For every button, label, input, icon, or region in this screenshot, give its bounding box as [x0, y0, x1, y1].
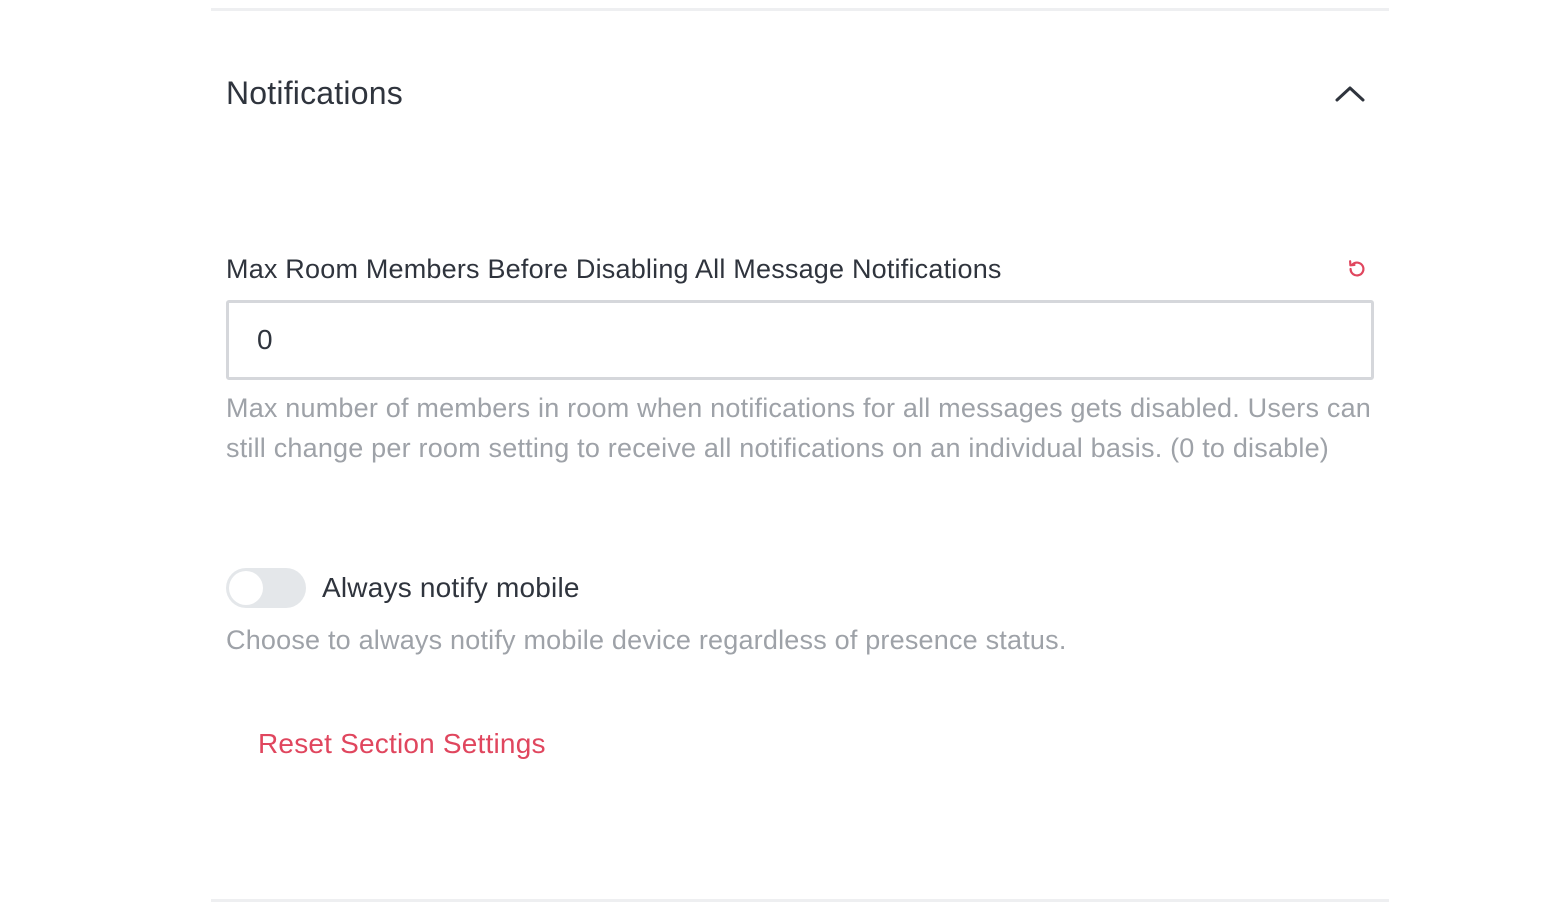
section-divider-top: [211, 8, 1389, 11]
always-notify-mobile-row: Always notify mobile: [226, 566, 580, 610]
notifications-section-header[interactable]: Notifications: [226, 70, 1374, 116]
section-title: Notifications: [226, 74, 403, 111]
max-room-members-input[interactable]: [226, 300, 1374, 380]
settings-page: Notifications Max Room Members Before Di…: [0, 0, 1554, 912]
toggle-knob: [229, 571, 263, 605]
reset-icon[interactable]: [1344, 256, 1370, 282]
max-room-members-hint: Max number of members in room when notif…: [226, 393, 1371, 463]
always-notify-mobile-toggle[interactable]: [226, 568, 306, 608]
max-room-members-label: Max Room Members Before Disabling All Me…: [226, 253, 1002, 284]
always-notify-mobile-label: Always notify mobile: [322, 572, 580, 603]
reset-section-settings-button[interactable]: Reset Section Settings: [258, 728, 546, 760]
section-divider-bottom: [211, 899, 1389, 902]
always-notify-mobile-hint: Choose to always notify mobile device re…: [226, 625, 1067, 655]
chevron-up-icon[interactable]: [1334, 77, 1366, 109]
max-room-members-label-row: Max Room Members Before Disabling All Me…: [226, 250, 1374, 288]
